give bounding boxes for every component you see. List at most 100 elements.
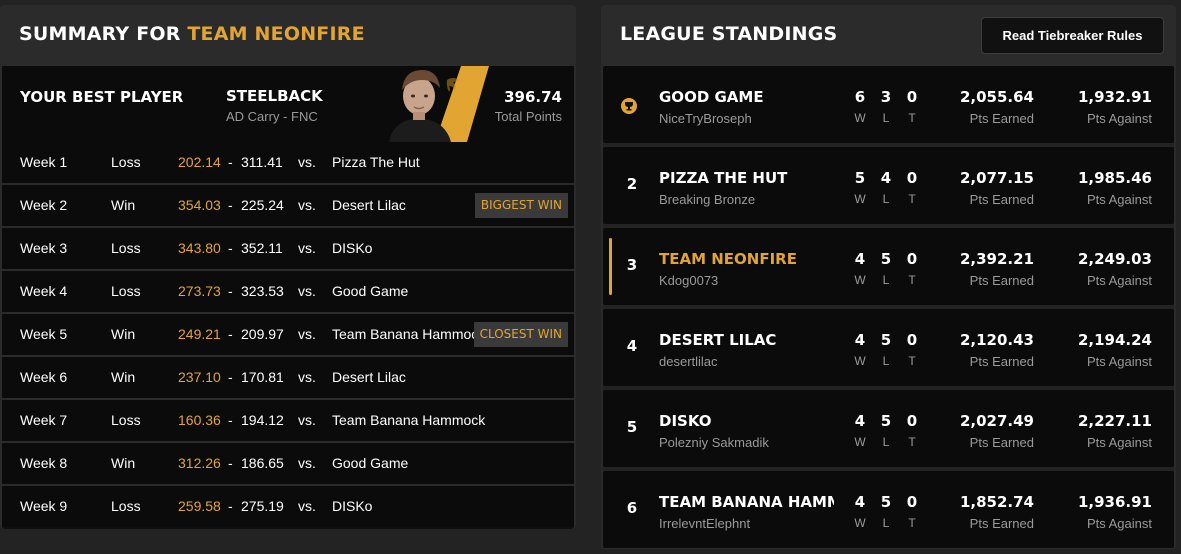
ties-label: T [908, 354, 916, 368]
opponent-score: 311.41 [241, 154, 283, 170]
standings-row-current-team[interactable]: 3 TEAM NEONFIRE Kdog0073 4 W 5 L 0 T 2,3… [603, 228, 1174, 305]
opponent-name[interactable]: DISKo [332, 240, 487, 256]
standings-row[interactable]: GOOD GAME NiceTryBroseph 6 W 3 L 0 T 2,0… [603, 66, 1174, 143]
wins-label: W [854, 273, 866, 287]
score-separator: - [228, 498, 233, 514]
points-earned-label: Pts Earned [969, 435, 1034, 450]
ties-label: T [908, 111, 916, 125]
week-row[interactable]: Week 3 Loss 343.80 - 352.11 vs. DISKo [2, 228, 574, 271]
points-earned: 2,027.49 [959, 412, 1034, 430]
team-rank: 4 [626, 337, 638, 355]
team-name[interactable]: TEAM BANANA HAMM… [659, 493, 834, 511]
opponent-name[interactable]: Team Banana Hammock [332, 326, 487, 342]
standings-row[interactable]: 2 PIZZA THE HUT Breaking Bronze 5 W 4 L … [603, 147, 1174, 224]
week-score: 312.26 [178, 455, 221, 471]
vs-label: vs. [298, 498, 316, 514]
wins-value: 4 [854, 250, 866, 268]
team-owner: NiceTryBroseph [659, 111, 752, 126]
week-row[interactable]: Week 8 Win 312.26 - 186.65 vs. Good Game [2, 443, 574, 486]
losses-value: 5 [880, 493, 892, 511]
week-label: Week 8 [20, 455, 68, 471]
team-name[interactable]: TEAM NEONFIRE [659, 250, 834, 268]
standings-row[interactable]: 4 DESERT LILAC desertlilac 4 W 5 L 0 T 2… [603, 309, 1174, 386]
standings-row[interactable]: 6 TEAM BANANA HAMM… IrrelevntElephnt 4 W… [603, 471, 1174, 548]
week-result: Win [111, 197, 136, 213]
losses-label: L [882, 435, 890, 449]
score-separator: - [228, 154, 233, 170]
player-photo [389, 66, 489, 142]
week-score: 237.10 [178, 369, 221, 385]
week-row[interactable]: Week 1 Loss 202.14 - 311.41 vs. Pizza Th… [2, 142, 574, 185]
week-row[interactable]: Week 6 Win 237.10 - 170.81 vs. Desert Li… [2, 357, 574, 400]
ties-value: 0 [906, 412, 918, 430]
summary-list: YOUR BEST PLAYER STEELBACK AD Carry - FN… [2, 66, 574, 529]
points-against-label: Pts Against [1086, 273, 1152, 288]
losses-value: 5 [880, 331, 892, 349]
week-score: 343.80 [178, 240, 221, 256]
losses-value: 5 [880, 250, 892, 268]
week-result: Loss [111, 154, 141, 170]
points-against: 2,194.24 [1077, 331, 1152, 349]
points-earned: 2,392.21 [959, 250, 1034, 268]
standings-row[interactable]: 5 DISKO Polezniy Sakmadik 4 W 5 L 0 T 2,… [603, 390, 1174, 467]
opponent-score: 186.65 [241, 455, 284, 471]
points-earned-label: Pts Earned [969, 516, 1034, 531]
opponent-name[interactable]: DISKo [332, 498, 487, 514]
best-player-points: 396.74 [504, 88, 562, 106]
ties-value: 0 [906, 250, 918, 268]
losses-label: L [882, 273, 890, 287]
team-name[interactable]: DISKO [659, 412, 834, 430]
vs-label: vs. [298, 283, 316, 299]
summary-team-name[interactable]: TEAM NEONFIRE [187, 23, 364, 45]
points-against-label: Pts Against [1086, 516, 1152, 531]
week-row[interactable]: Week 7 Loss 160.36 - 194.12 vs. Team Ban… [2, 400, 574, 443]
week-result: Loss [111, 412, 141, 428]
opponent-name[interactable]: Desert Lilac [332, 197, 487, 213]
points-earned-label: Pts Earned [969, 354, 1034, 369]
team-name[interactable]: DESERT LILAC [659, 331, 834, 349]
week-row[interactable]: Week 9 Loss 259.58 - 275.19 vs. DISKo [2, 486, 574, 527]
losses-value: 3 [880, 88, 892, 106]
team-name[interactable]: PIZZA THE HUT [659, 169, 834, 187]
best-player-role: AD Carry - FNC [226, 109, 318, 124]
opponent-name[interactable]: Pizza The Hut [332, 154, 487, 170]
week-row[interactable]: Week 5 Win 249.21 - 209.97 vs. Team Bana… [2, 314, 574, 357]
opponent-name[interactable]: Team Banana Hammock [332, 412, 487, 428]
opponent-name[interactable]: Good Game [332, 283, 487, 299]
wins-value: 6 [854, 88, 866, 106]
ties-label: T [908, 192, 916, 206]
week-score: 273.73 [178, 283, 221, 299]
week-row[interactable]: Week 4 Loss 273.73 - 323.53 vs. Good Gam… [2, 271, 574, 314]
ties-value: 0 [906, 331, 918, 349]
best-player-row[interactable]: YOUR BEST PLAYER STEELBACK AD Carry - FN… [2, 66, 574, 144]
vs-label: vs. [298, 412, 316, 428]
biggest-win-badge: BIGGEST WIN [474, 193, 568, 218]
best-player-name[interactable]: STEELBACK [226, 87, 323, 105]
points-against: 2,249.03 [1077, 250, 1152, 268]
summary-title: SUMMARY FOR TEAM NEONFIRE [0, 5, 576, 64]
ties-value: 0 [906, 169, 918, 187]
points-against: 2,227.11 [1077, 412, 1152, 430]
team-owner: IrrelevntElephnt [659, 516, 751, 531]
points-earned: 2,055.64 [959, 88, 1034, 106]
opponent-name[interactable]: Desert Lilac [332, 369, 487, 385]
points-against: 1,932.91 [1077, 88, 1152, 106]
week-result: Loss [111, 240, 141, 256]
ties-label: T [908, 516, 916, 530]
wins-value: 4 [854, 331, 866, 349]
team-name[interactable]: GOOD GAME [659, 88, 834, 106]
losses-label: L [882, 111, 890, 125]
losses-label: L [882, 354, 890, 368]
vs-label: vs. [298, 369, 316, 385]
team-rank: 5 [626, 418, 638, 436]
week-score: 259.58 [178, 498, 221, 514]
best-player-label: YOUR BEST PLAYER [20, 88, 184, 106]
losses-label: L [882, 192, 890, 206]
tiebreaker-rules-button[interactable]: Read Tiebreaker Rules [981, 17, 1164, 54]
opponent-name[interactable]: Good Game [332, 455, 487, 471]
week-label: Week 6 [20, 369, 68, 385]
score-separator: - [228, 197, 233, 213]
week-score: 354.03 [178, 197, 221, 213]
week-result: Win [111, 326, 136, 342]
week-row[interactable]: Week 2 Win 354.03 - 225.24 vs. Desert Li… [2, 185, 574, 228]
